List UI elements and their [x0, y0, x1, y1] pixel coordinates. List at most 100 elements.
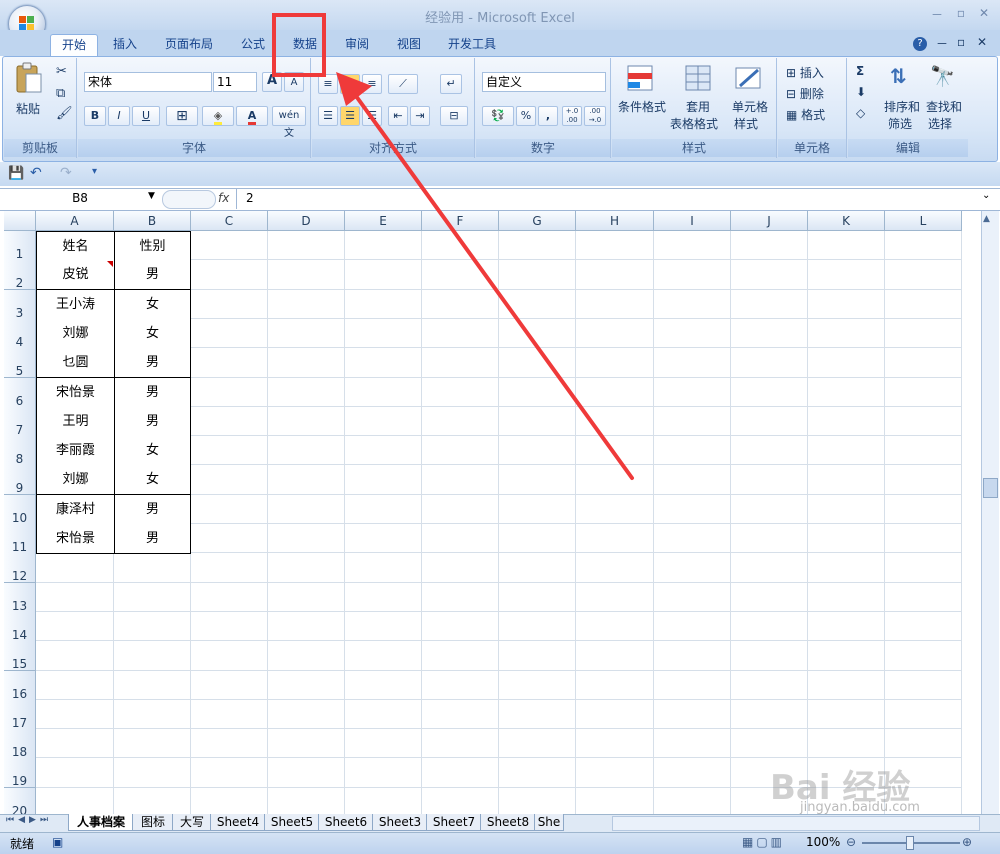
merge-center-icon[interactable]: ⊟	[440, 106, 468, 126]
currency-icon[interactable]: 💱	[482, 106, 514, 126]
sheet-tab[interactable]: Sheet8	[480, 814, 536, 831]
sheet-tab[interactable]: Sheet6	[318, 814, 374, 831]
find-select-label-1[interactable]: 查找和	[926, 98, 962, 115]
bold-button[interactable]: B	[84, 106, 106, 126]
sheet-tab[interactable]: 人事档案	[68, 814, 134, 831]
gender-cell[interactable]: 女	[114, 318, 191, 349]
wrap-text-icon[interactable]: ↵	[440, 74, 462, 94]
gender-cell[interactable]: 男	[114, 524, 191, 554]
sheet-tab[interactable]: 图标	[132, 814, 174, 831]
column-header-i[interactable]: I	[654, 211, 731, 231]
conditional-format-label[interactable]: 条件格式	[618, 98, 666, 115]
tab-page-layout[interactable]: 页面布局	[158, 34, 220, 56]
row-header-13[interactable]: 13	[4, 582, 36, 613]
number-format-combo[interactable]: 自定义	[482, 72, 606, 92]
zoom-out-icon[interactable]: ⊖	[846, 835, 856, 849]
gender-cell[interactable]: 男	[114, 406, 191, 437]
paste-button[interactable]	[14, 62, 44, 96]
gender-cell[interactable]: 男	[114, 494, 191, 525]
insert-function-button[interactable]: fx	[218, 191, 229, 205]
fill-color-icon[interactable]: ◈	[202, 106, 234, 126]
name-cell[interactable]: 李丽霞	[36, 436, 114, 467]
zoom-slider-thumb[interactable]	[906, 836, 914, 850]
row-header-2[interactable]: 2	[4, 260, 36, 291]
row-header-9[interactable]: 9	[4, 465, 36, 496]
cell-styles-label-1[interactable]: 单元格	[732, 98, 768, 115]
sheet-tab[interactable]: Sheet3	[372, 814, 428, 831]
decrease-decimal-button[interactable]: .00 →.0	[584, 106, 606, 126]
cell-styles-label-2[interactable]: 样式	[734, 115, 758, 132]
help-icon[interactable]: ?	[913, 37, 927, 51]
tab-developer[interactable]: 开发工具	[440, 34, 504, 56]
redo-icon[interactable]: ↷	[60, 165, 72, 181]
name-cell[interactable]: 王明	[36, 406, 114, 437]
horizontal-scrollbar[interactable]	[612, 816, 980, 831]
column-header-k[interactable]: K	[808, 211, 885, 231]
phonetic-button[interactable]: wén 文	[272, 106, 306, 139]
formula-bar-handle[interactable]	[162, 190, 216, 209]
format-as-table-icon[interactable]	[684, 64, 714, 94]
underline-button[interactable]: U	[132, 106, 160, 126]
name-cell[interactable]: 刘娜	[36, 465, 114, 496]
row-header-15[interactable]: 15	[4, 641, 36, 672]
tab-view[interactable]: 视图	[388, 34, 430, 56]
format-painter-icon[interactable]: 🖌	[56, 106, 73, 121]
sheet-tab[interactable]: She	[534, 814, 564, 831]
column-header-l[interactable]: L	[885, 211, 962, 231]
formula-input[interactable]: 2	[246, 191, 254, 205]
column-header-d[interactable]: D	[268, 211, 345, 231]
delete-cells-button[interactable]: ⊟ 删除	[786, 85, 824, 102]
find-select-label-2[interactable]: 选择	[928, 115, 952, 132]
save-icon[interactable]: 💾	[8, 166, 24, 181]
name-cell[interactable]: 宋怡景	[36, 524, 114, 554]
column-header-h[interactable]: H	[576, 211, 654, 231]
tab-home[interactable]: 开始	[50, 34, 98, 57]
column-header-f[interactable]: F	[422, 211, 499, 231]
row-header-10[interactable]: 10	[4, 494, 36, 525]
align-top-icon[interactable]: ≡	[318, 74, 338, 94]
font-name-combo[interactable]: 宋体	[84, 72, 212, 92]
clear-icon[interactable]: ◇	[856, 106, 865, 120]
row-header-11[interactable]: 11	[4, 524, 36, 554]
row-header-17[interactable]: 17	[4, 699, 36, 730]
column-header-j[interactable]: J	[731, 211, 808, 231]
ribbon-close-button[interactable]: ✕	[977, 35, 987, 49]
column-header-a[interactable]: A	[36, 211, 114, 231]
font-size-combo[interactable]: 11	[213, 72, 257, 92]
tab-formulas[interactable]: 公式	[232, 34, 274, 56]
scroll-up-icon[interactable]: ▲	[983, 214, 990, 224]
scroll-thumb[interactable]	[983, 478, 998, 498]
decrease-indent-icon[interactable]: ⇤	[388, 106, 408, 126]
ribbon-minimize-button[interactable]: －	[936, 35, 948, 52]
row-header-8[interactable]: 8	[4, 436, 36, 467]
row-header-18[interactable]: 18	[4, 729, 36, 760]
macro-record-icon[interactable]: ▣	[52, 835, 63, 849]
italic-button[interactable]: I	[108, 106, 130, 126]
percent-button[interactable]: %	[516, 106, 536, 126]
orientation-icon[interactable]: ⟋	[388, 74, 418, 94]
row-header-3[interactable]: 3	[4, 289, 36, 320]
column-header-g[interactable]: G	[499, 211, 576, 231]
expand-formula-icon[interactable]: ⌄	[982, 190, 990, 201]
minimize-button[interactable]: －	[928, 6, 946, 22]
gender-cell[interactable]: 女	[114, 436, 191, 467]
cut-icon[interactable]: ✂	[56, 64, 67, 79]
cell-styles-icon[interactable]	[734, 64, 764, 94]
name-cell[interactable]: 姓名	[36, 231, 114, 261]
sort-filter-label-1[interactable]: 排序和	[884, 98, 920, 115]
row-header-1[interactable]: 1	[4, 231, 36, 261]
tab-review[interactable]: 审阅	[336, 34, 378, 56]
sheet-tab[interactable]: 大写	[172, 814, 212, 831]
gender-cell[interactable]: 男	[114, 377, 191, 408]
sort-filter-icon[interactable]: ⇅	[890, 64, 907, 88]
font-color-icon[interactable]: A	[236, 106, 268, 126]
gender-cell[interactable]: 女	[114, 289, 191, 320]
autosum-button[interactable]: Σ	[856, 64, 864, 78]
format-as-table-label-2[interactable]: 表格格式	[670, 115, 718, 132]
find-select-icon[interactable]: 🔭	[930, 64, 955, 88]
sheet-navigation-icons[interactable]: ⏮◀▶⏭	[6, 815, 52, 825]
name-cell[interactable]: 王小涛	[36, 289, 114, 320]
shrink-font-button[interactable]: A	[284, 72, 304, 92]
insert-cells-button[interactable]: ⊞ 插入	[786, 64, 824, 81]
align-center-icon[interactable]: ☰	[340, 106, 360, 126]
